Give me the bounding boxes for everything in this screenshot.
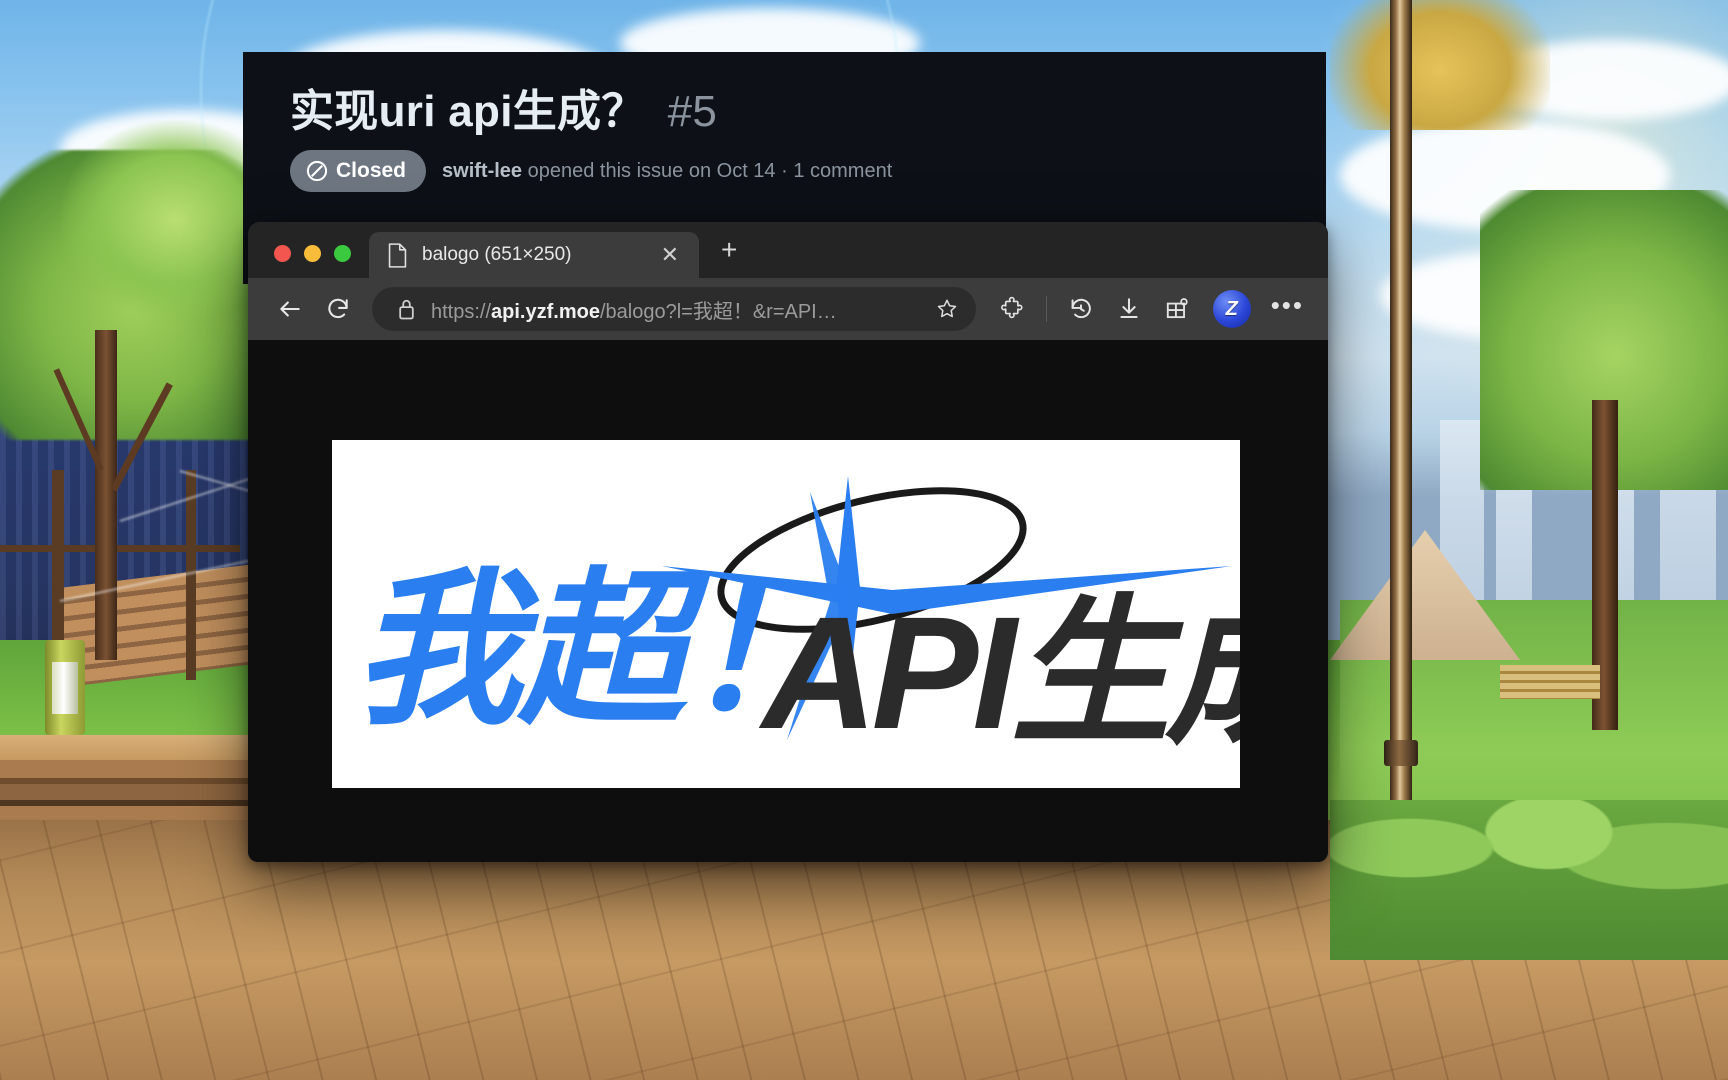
light-pole-base — [1384, 740, 1418, 766]
close-window-button[interactable] — [274, 245, 291, 262]
park-bench — [1500, 665, 1600, 699]
tab-title: balogo (651×250) — [422, 244, 572, 265]
issue-number: #5 — [667, 87, 718, 136]
browser-menu-button[interactable]: ••• — [1255, 290, 1310, 329]
balogo-image: 我超！ API生成 — [332, 440, 1240, 788]
history-clock-icon — [1071, 298, 1091, 319]
profile-avatar[interactable]: Z — [1212, 290, 1251, 328]
extensions-puzzle-icon — [1000, 296, 1023, 319]
fence-post — [186, 470, 196, 680]
bushes — [1330, 800, 1728, 960]
document-icon — [388, 242, 407, 268]
extensions-button[interactable] — [990, 287, 1034, 331]
url-scheme: https:// — [431, 300, 492, 323]
lantern-glass — [52, 662, 78, 714]
autumn-foliage — [1330, 0, 1550, 130]
tree-trunk — [95, 330, 117, 660]
address-bar[interactable]: https://api.yzf.moe/balogo?l=我超！&r=API… — [372, 287, 976, 331]
light-pole — [1390, 0, 1412, 930]
page-title: 实现uri api生成？ #5 — [290, 75, 717, 139]
reload-icon — [328, 298, 348, 319]
issue-meta-row: Closed swift-lee opened this issue on Oc… — [290, 150, 892, 192]
bookmark-star-icon — [937, 299, 956, 318]
lock-icon — [399, 299, 414, 320]
new-tab-button[interactable]: + — [699, 236, 737, 278]
window-traffic-lights — [248, 245, 369, 278]
downloads-button[interactable] — [1107, 287, 1151, 331]
back-button[interactable] — [268, 287, 312, 331]
issue-meta-text: swift-lee opened this issue on Oct 14 · … — [442, 160, 892, 183]
bookmark-star-button[interactable] — [928, 290, 966, 328]
issue-title-text: 实现uri api生成？ — [290, 87, 646, 136]
url-text: https://api.yzf.moe/balogo?l=我超！&r=API… — [431, 295, 914, 324]
issue-author[interactable]: swift-lee — [442, 160, 522, 182]
download-arrow-icon — [1120, 298, 1138, 319]
fence-rail — [0, 545, 240, 552]
browser-tabstrip: balogo (651×250) ✕ + — [248, 222, 1328, 278]
blue-archive-style-logo: 我超！ API生成 — [332, 440, 1240, 788]
collections-button[interactable] — [1155, 287, 1199, 331]
url-path: /balogo?l=我超！&r=API… — [599, 300, 837, 323]
history-button[interactable] — [1059, 287, 1103, 331]
url-host: api.yzf.moe — [491, 300, 600, 323]
browser-toolbar: https://api.yzf.moe/balogo?l=我超！&r=API… — [248, 278, 1328, 340]
toolbar-divider — [1045, 296, 1047, 322]
page-viewport: 我超！ API生成 — [248, 340, 1328, 862]
zoom-window-button[interactable] — [334, 245, 351, 262]
logo-right-text: API生成 — [758, 583, 1240, 762]
issue-closed-icon — [306, 160, 328, 182]
tab-close-button[interactable]: ✕ — [655, 242, 685, 268]
status-badge-label: Closed — [336, 159, 407, 182]
gift-box-icon — [1166, 298, 1188, 319]
camping-tent — [1330, 530, 1520, 660]
browser-window: balogo (651×250) ✕ + https://api.yzf.moe… — [248, 222, 1328, 862]
back-arrow-icon — [280, 301, 300, 317]
minimize-window-button[interactable] — [304, 245, 321, 262]
tab-balogo[interactable]: balogo (651×250) ✕ — [369, 232, 699, 278]
status-badge[interactable]: Closed — [290, 150, 427, 192]
reload-button[interactable] — [316, 287, 360, 331]
issue-meta-suffix: opened this issue on Oct 14 · 1 comment — [527, 159, 893, 182]
